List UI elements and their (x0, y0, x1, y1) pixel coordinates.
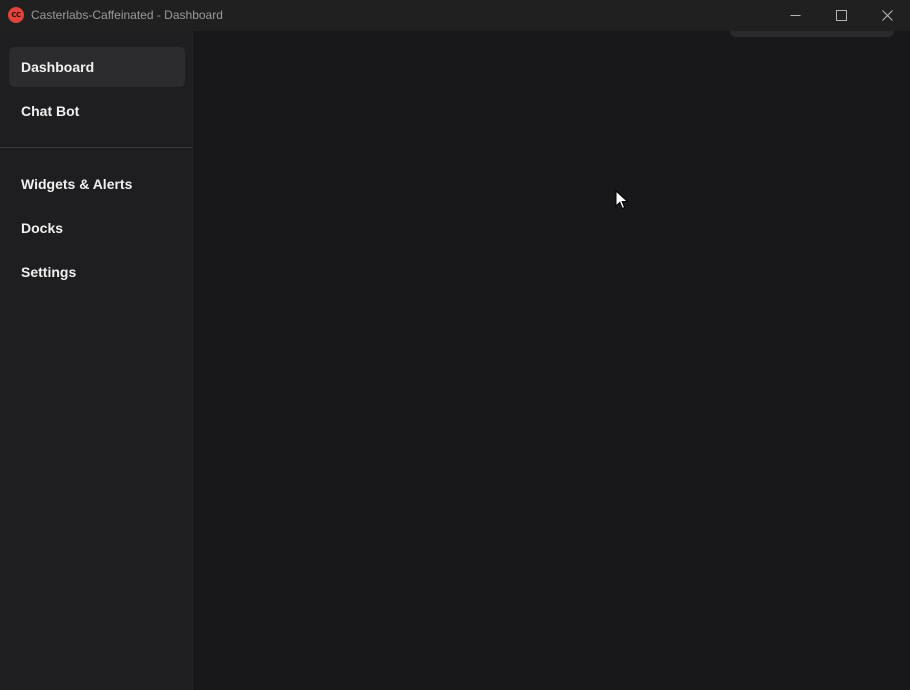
close-button[interactable] (864, 0, 910, 31)
sidebar-item-settings[interactable]: Settings (9, 252, 185, 292)
minimize-icon (790, 15, 800, 16)
maximize-button[interactable] (818, 0, 864, 31)
window-title: Casterlabs-Caffeinated - Dashboard (31, 8, 223, 22)
main-content (193, 31, 910, 690)
sidebar-divider (0, 147, 192, 148)
sidebar-item-label: Dashboard (21, 59, 95, 75)
close-icon (881, 10, 893, 21)
sidebar-item-chat-bot[interactable]: Chat Bot (9, 91, 185, 131)
sidebar-item-label: Widgets & Alerts (21, 176, 133, 192)
minimize-button[interactable] (772, 0, 818, 31)
title-bar[interactable]: CC Casterlabs-Caffeinated - Dashboard (0, 0, 910, 31)
sidebar-item-widgets-alerts[interactable]: Widgets & Alerts (9, 164, 185, 204)
app-window: CC Casterlabs-Caffeinated - Dashboard Da… (0, 0, 910, 690)
sidebar-item-dashboard[interactable]: Dashboard (9, 47, 185, 87)
app-logo-text: CC (11, 11, 21, 19)
sidebar-item-label: Docks (21, 220, 64, 236)
app-logo-icon: CC (8, 7, 24, 23)
sidebar-item-label: Chat Bot (21, 103, 80, 119)
top-dropdown-tab[interactable] (730, 31, 894, 37)
sidebar-item-label: Settings (21, 264, 77, 280)
sidebar: Dashboard Chat Bot Widgets & Alerts Dock… (0, 31, 193, 690)
maximize-icon (835, 10, 847, 21)
sidebar-item-docks[interactable]: Docks (9, 208, 185, 248)
mouse-cursor-icon (615, 190, 629, 210)
